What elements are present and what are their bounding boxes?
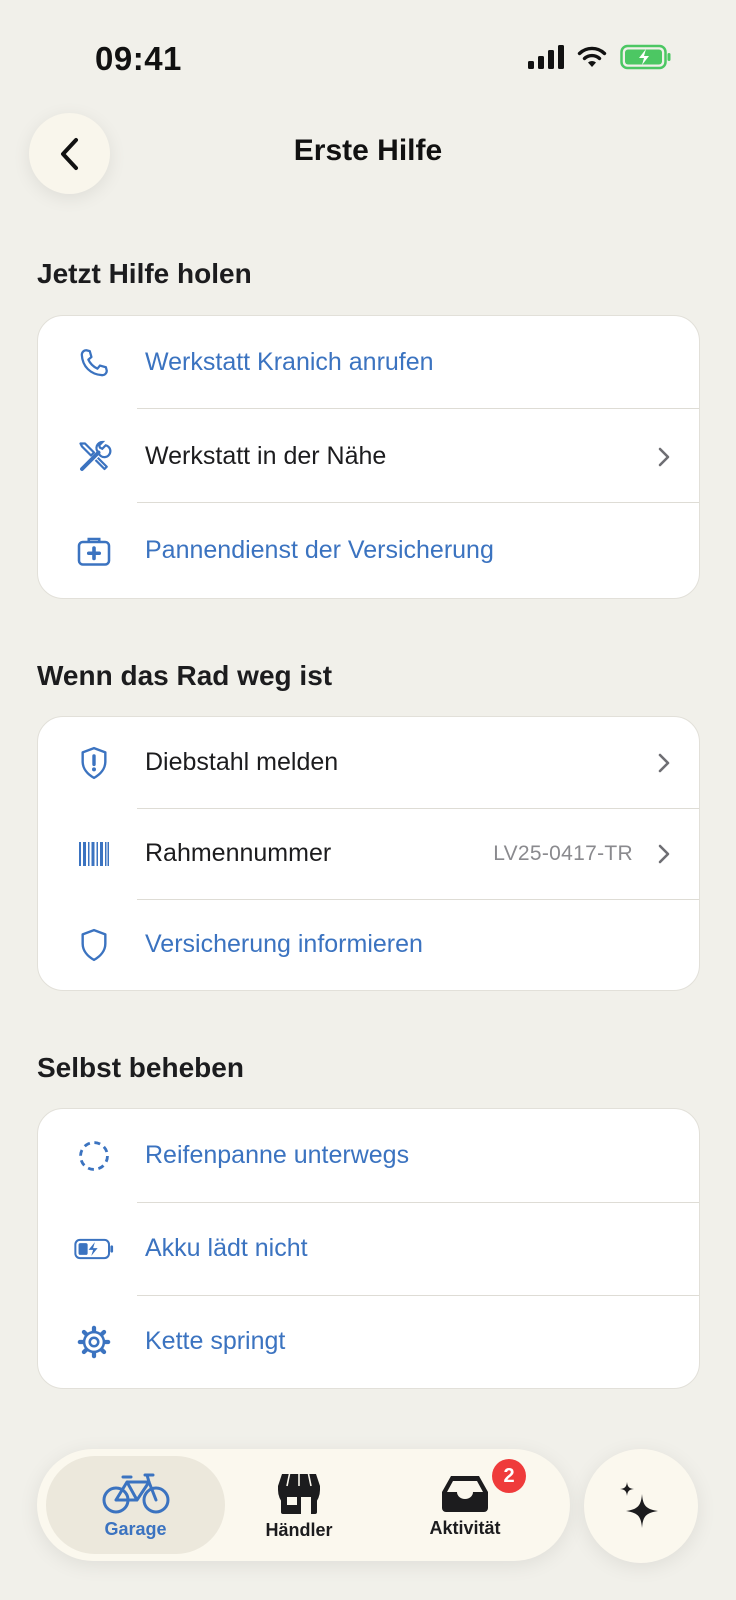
chevron-right-icon [658,447,670,466]
notification-badge: 2 [492,1459,526,1493]
chevron-right-icon [658,844,670,863]
section-title-get-help: Jetzt Hilfe holen [37,258,252,289]
section-title-bike-gone: Wenn das Rad weg ist [37,660,333,691]
row-label: Werkstatt Kranich anrufen [145,348,434,376]
shop-icon [278,1473,320,1514]
row-chain-skips[interactable]: Kette springt [38,1295,699,1388]
row-call-workshop[interactable]: Werkstatt Kranich anrufen [38,316,699,409]
dashed-circle-icon [74,1136,114,1176]
battery-charging-icon [74,1229,114,1269]
row-label: Reifenpanne unterwegs [145,1141,410,1169]
divider [137,408,699,409]
row-label: Akku lädt nicht [145,1234,308,1262]
tab-label: Aktivität [429,1517,501,1538]
shield-alert-icon [74,743,114,783]
frame-number-value: LV25-0417-TR [493,841,633,865]
status-bar: 09:41 [0,0,736,120]
shield-icon [74,925,114,965]
row-label: Versicherung informieren [145,930,423,958]
row-battery-not-charging[interactable]: Akku lädt nicht [38,1202,699,1295]
card-get-help: Werkstatt Kranich anrufen Werkstatt in d… [37,315,700,599]
first-aid-kit-icon [74,531,114,571]
status-time: 09:41 [95,40,182,77]
row-nearby-workshop[interactable]: Werkstatt in der Nähe [38,410,699,503]
tab-bar: Garage Händler Aktivität 2 [37,1449,570,1561]
chevron-right-icon [658,753,670,772]
cellular-signal-icon [528,45,564,69]
sparkles-icon [620,1482,658,1528]
row-label: Diebstahl melden [145,748,339,776]
tools-icon [74,437,114,477]
status-icons [528,44,672,70]
tab-dealers[interactable]: Händler [219,1456,379,1554]
gear-icon [74,1322,114,1362]
row-label: Pannendienst der Versicherung [145,536,494,564]
row-label: Kette springt [145,1327,286,1355]
tab-label: Garage [104,1518,167,1539]
wifi-icon [577,46,607,67]
divider [137,502,699,503]
row-inform-insurance[interactable]: Versicherung informieren [38,899,699,990]
row-flat-tire[interactable]: Reifenpanne unterwegs [38,1109,699,1202]
section-title-fix-yourself: Selbst beheben [37,1052,244,1083]
row-insurance-breakdown[interactable]: Pannendienst der Versicherung [38,504,699,597]
row-frame-number[interactable]: Rahmennummer LV25-0417-TR [38,808,699,899]
tab-label: Händler [265,1519,333,1540]
row-label: Rahmennummer [145,839,332,867]
barcode-icon [74,834,114,874]
ai-assistant-button[interactable] [584,1449,698,1563]
tab-garage[interactable]: Garage [46,1456,225,1554]
page-title: Erste Hilfe [293,134,443,167]
battery-icon [620,44,671,70]
inbox-icon [442,1475,488,1512]
row-label: Werkstatt in der Nähe [145,442,387,470]
card-bike-gone: Diebstahl melden Rahmennummer LV25-0417-… [37,716,700,991]
row-report-theft[interactable]: Diebstahl melden [38,717,699,808]
bicycle-icon [102,1473,169,1513]
phone-icon [74,343,114,383]
card-fix-yourself: Reifenpanne unterwegs Akku lädt nicht Ke… [37,1108,700,1389]
